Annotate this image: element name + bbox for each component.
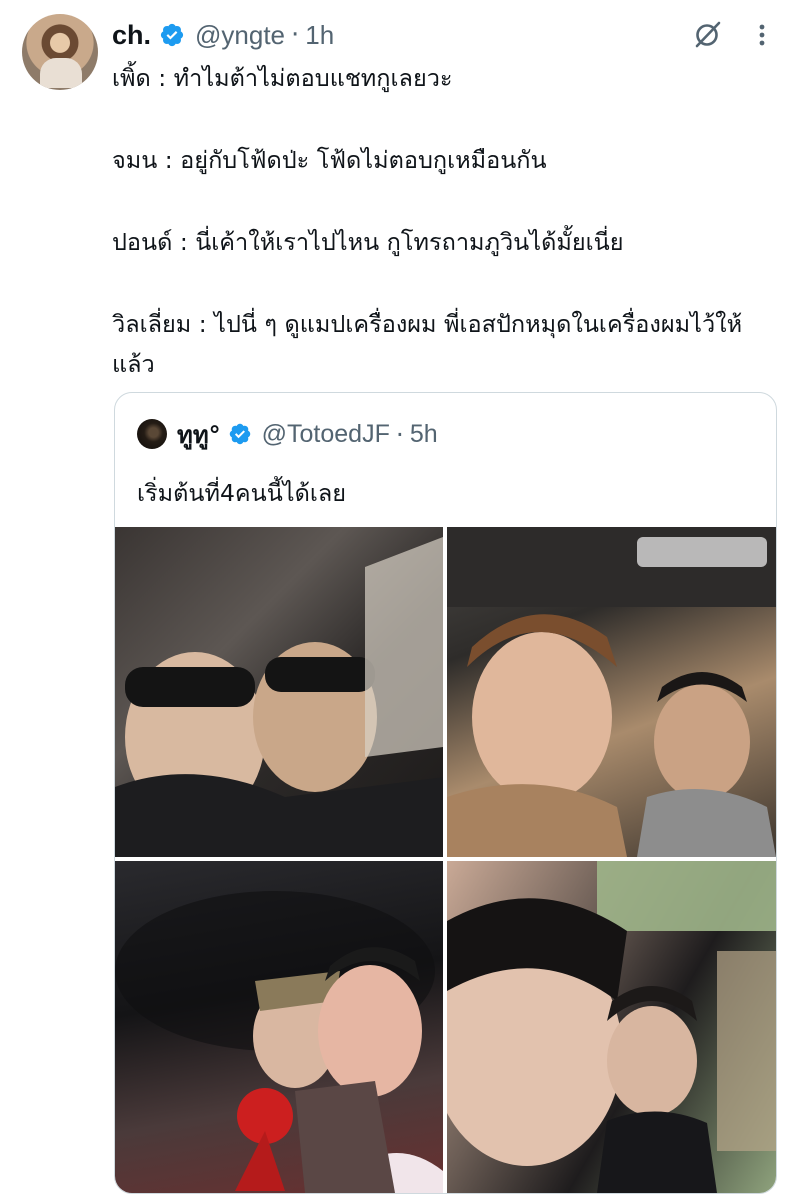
quoted-tweet-text: เริ่มต้นที่4คนนี้ได้เลย	[137, 479, 347, 507]
author-avatar[interactable]	[22, 14, 98, 90]
quoted-author-handle: @TotoedJF	[261, 419, 390, 448]
tweet-timestamp[interactable]: 1h	[305, 20, 334, 51]
separator-dot: ·	[395, 419, 404, 449]
photo-2[interactable]	[447, 527, 776, 857]
separator-dot: ·	[291, 20, 300, 50]
author-handle[interactable]: @yngte	[195, 20, 285, 51]
quoted-author-avatar	[137, 419, 167, 449]
tweet-line: จมน : อยู่กับโฟ้ดป่ะ โฟ้ดไม่ตอบกูเหมือนก…	[112, 146, 547, 174]
verified-badge-icon	[159, 22, 185, 48]
tweet-header: ch. @yngte · 1h	[112, 18, 334, 52]
media-grid	[115, 527, 776, 1193]
tweet-line: เพิ้ด : ทำไมต้าไม่ตอบแชทกูเลยวะ	[112, 64, 453, 92]
photo-4[interactable]	[447, 861, 776, 1193]
photo-3[interactable]	[115, 861, 443, 1193]
tweet-line: วิลเลี่ยม : ไปนี่ ๆ ดูแมปเครื่องผม พี่เอ…	[112, 310, 743, 378]
quoted-author-display-name: ทูทู°	[177, 420, 221, 449]
quoted-tweet-header: ทูทู° @TotoedJF · 5h	[137, 417, 438, 451]
tweet-text: เพิ้ด : ทำไมต้าไม่ตอบแชทกูเลยวะ จมน : อย…	[112, 58, 782, 384]
author-display-name[interactable]: ch.	[112, 20, 151, 51]
photo-1[interactable]	[115, 527, 443, 857]
tweet-line: ปอนด์ : นี่เค้าให้เราไปไหน กูโทรถามภูวิน…	[112, 228, 624, 256]
quoted-tweet-card[interactable]: ทูทู° @TotoedJF · 5h เริ่มต้นที่4คนนี้ได…	[114, 392, 777, 1194]
verified-badge-icon	[228, 422, 252, 446]
grok-icon[interactable]	[692, 20, 722, 50]
more-options-icon[interactable]	[752, 20, 772, 50]
quoted-tweet-timestamp: 5h	[409, 419, 438, 448]
